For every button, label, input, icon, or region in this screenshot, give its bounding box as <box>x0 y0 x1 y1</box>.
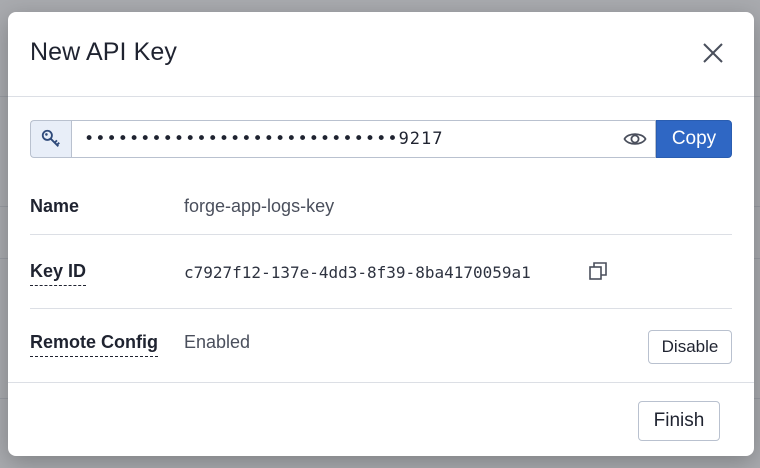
row-divider <box>30 234 732 235</box>
api-key-input[interactable] <box>72 121 615 157</box>
key-id-label[interactable]: Key ID <box>30 261 87 286</box>
disable-remote-config-button[interactable]: Disable <box>648 330 732 364</box>
dialog-header: New API Key <box>8 12 754 97</box>
name-label: Name <box>30 196 80 216</box>
key-id-value: c7927f12-137e-4dd3-8f39-8ba4170059a1 <box>184 263 531 282</box>
dialog-footer: Finish <box>8 382 754 456</box>
api-key-field: Copy <box>30 120 732 158</box>
eye-icon <box>623 133 647 145</box>
close-button[interactable] <box>700 40 726 66</box>
remote-config-label[interactable]: Remote Config <box>30 332 158 357</box>
close-icon <box>703 43 723 63</box>
key-icon <box>41 129 60 147</box>
remote-config-value: Enabled <box>184 332 251 352</box>
copy-key-button[interactable]: Copy <box>656 120 732 158</box>
api-key-input-wrapper <box>71 120 656 158</box>
new-api-key-dialog: New API Key ••••••••••••••••••••••••••••… <box>8 12 754 456</box>
reveal-key-button[interactable] <box>615 127 655 151</box>
copy-key-id-button[interactable] <box>588 261 608 281</box>
copy-icon <box>589 262 607 280</box>
row-divider <box>30 308 732 309</box>
key-prefix <box>30 120 71 158</box>
name-value: forge-app-logs-key <box>184 196 335 216</box>
finish-button[interactable]: Finish <box>638 401 720 441</box>
dialog-title: New API Key <box>30 38 177 66</box>
